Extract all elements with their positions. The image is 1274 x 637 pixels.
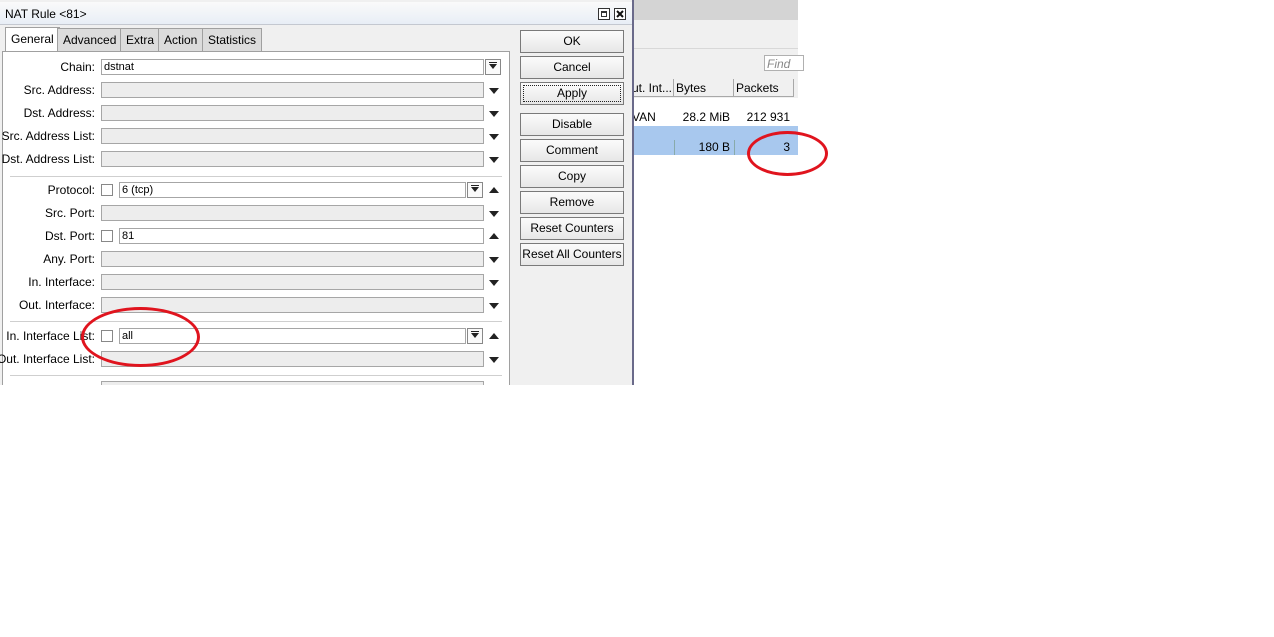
chain-dropdown-icon[interactable] [485,59,501,75]
out-interface-list-label: Out. Interface List: [0,352,95,366]
any-port-label: Any. Port: [43,252,95,266]
src-port-field[interactable] [101,205,484,221]
chain-field[interactable]: dstnat [101,59,484,75]
expand-down-icon[interactable] [489,303,499,309]
src-port-label: Src. Port: [44,206,95,220]
dialog-title: NAT Rule <81> [5,7,87,21]
expand-down-icon[interactable] [489,357,499,363]
next-field-partial[interactable] [101,381,484,385]
src-address-list-label: Src. Address List: [1,129,95,143]
dst-address-list-label: Dst. Address List: [1,152,95,166]
separator [10,176,502,177]
protocol-label: Protocol: [47,183,95,197]
tab-extra[interactable]: Extra [120,28,161,51]
tab-advanced[interactable]: Advanced [57,28,123,51]
find-input[interactable]: Find [764,55,804,71]
dialog-titlebar[interactable]: NAT Rule <81> [0,2,632,25]
protocol-dropdown-icon[interactable] [467,182,483,198]
in-interface-list-dropdown-icon[interactable] [467,328,483,344]
collapse-up-icon[interactable] [489,233,499,239]
expand-down-icon[interactable] [489,211,499,217]
any-port-field[interactable] [101,251,484,267]
row-packets: 212 931 [746,110,790,124]
copy-button[interactable]: Copy [520,165,624,188]
separator [10,321,502,322]
collapse-up-icon[interactable] [489,187,499,193]
apply-button[interactable]: Apply [520,82,624,105]
dst-port-field[interactable]: 81 [119,228,484,244]
dst-address-list-field[interactable] [101,151,484,167]
remove-button[interactable]: Remove [520,191,624,214]
close-icon[interactable] [614,8,626,20]
src-address-label: Src. Address: [23,83,95,97]
in-interface-field[interactable] [101,274,484,290]
expand-down-icon[interactable] [489,157,499,163]
column-header-out-interface[interactable]: ut. Int... [630,79,674,97]
tab-general[interactable]: General [5,27,60,52]
collapse-up-icon[interactable] [489,333,499,339]
separator [10,375,502,376]
expand-down-icon[interactable] [489,257,499,263]
highlight-ellipse-packets [747,131,828,176]
disable-button[interactable]: Disable [520,113,624,136]
comment-button[interactable]: Comment [520,139,624,162]
cancel-button[interactable]: Cancel [520,56,624,79]
protocol-field[interactable]: 6 (tcp) [119,182,466,198]
maximize-icon[interactable] [598,8,610,20]
reset-counters-button[interactable]: Reset Counters [520,217,624,240]
dst-address-field[interactable] [101,105,484,121]
reset-all-counters-button[interactable]: Reset All Counters [520,243,624,266]
dst-port-label: Dst. Port: [44,229,95,243]
row-bytes: 28.2 MiB [682,110,730,124]
expand-down-icon[interactable] [489,280,499,286]
dst-address-label: Dst. Address: [23,106,95,120]
ok-button[interactable]: OK [520,30,624,53]
protocol-negate-checkbox[interactable] [101,184,113,196]
dst-port-negate-checkbox[interactable] [101,230,113,242]
list-toolbar [630,20,798,49]
expand-down-icon[interactable] [489,111,499,117]
row-out-interface [632,140,672,155]
expand-down-icon[interactable] [489,88,499,94]
tab-action[interactable]: Action [158,28,204,51]
list-window-titlebar [630,0,798,20]
column-header-bytes[interactable]: Bytes [674,79,734,97]
expand-down-icon[interactable] [489,134,499,140]
in-interface-label: In. Interface: [28,275,95,289]
column-header-packets[interactable]: Packets [734,79,794,97]
highlight-ellipse-interface-list [81,307,200,367]
src-address-field[interactable] [101,82,484,98]
out-interface-label: Out. Interface: [18,298,95,312]
row-bytes: 180 B [674,140,734,155]
chain-label: Chain: [60,60,95,74]
table-row[interactable]: VAN 28.2 MiB 212 931 [630,110,798,125]
src-address-list-field[interactable] [101,128,484,144]
tab-statistics[interactable]: Statistics [202,28,263,51]
row-out-interface: VAN [632,110,656,124]
firewall-nat-list-window: Find ut. Int... Bytes Packets VAN 28.2 M… [630,0,804,385]
